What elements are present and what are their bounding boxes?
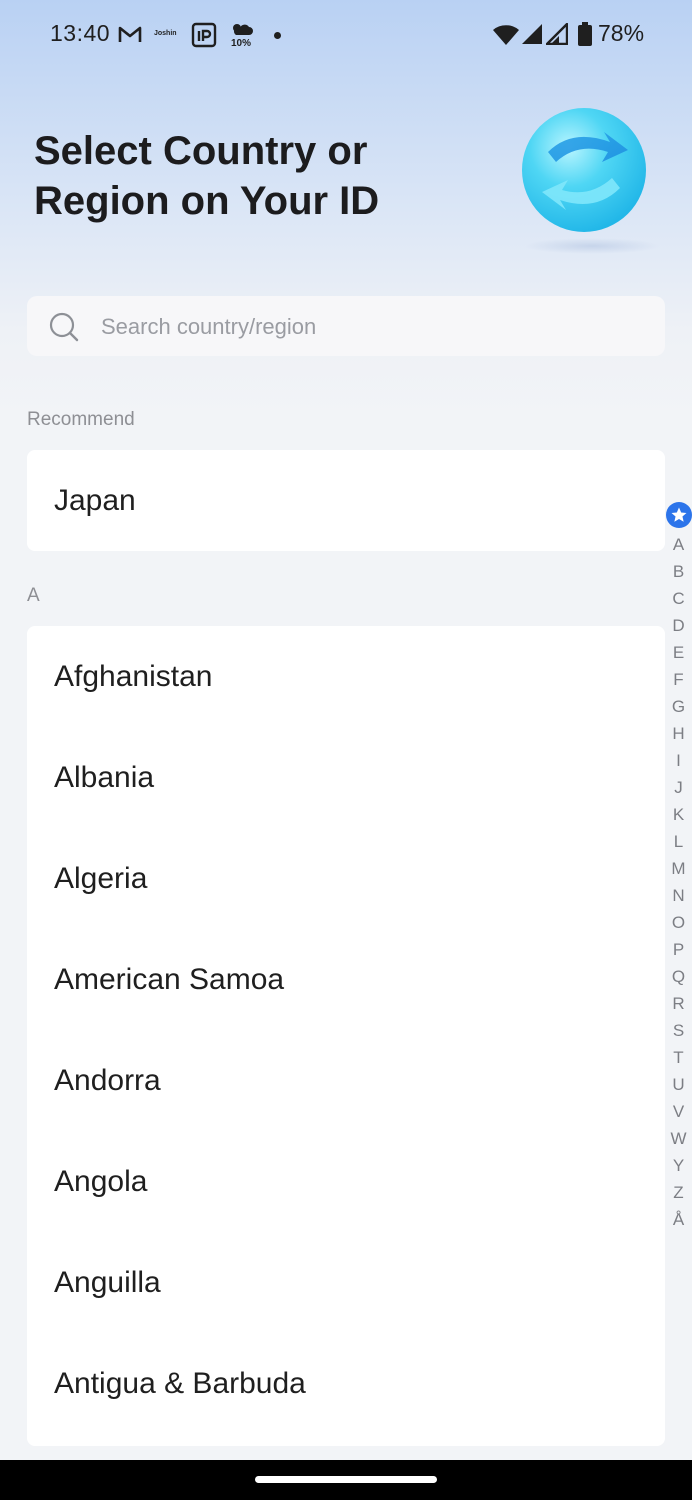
index-letter-d[interactable]: D	[665, 612, 692, 639]
list-item-andorra[interactable]: Andorra	[27, 1030, 665, 1131]
index-letter-f[interactable]: F	[665, 666, 692, 693]
signal-secondary-icon	[546, 23, 568, 45]
index-letter-i[interactable]: I	[665, 747, 692, 774]
index-letter-c[interactable]: C	[665, 585, 692, 612]
country-list-card: Afghanistan Albania Algeria American Sam…	[27, 626, 665, 1446]
battery-icon	[578, 22, 592, 46]
list-item-afghanistan[interactable]: Afghanistan	[27, 626, 665, 727]
index-letter-t[interactable]: T	[665, 1044, 692, 1071]
weather-percent: 10%	[231, 38, 252, 49]
list-item-japan[interactable]: Japan	[27, 450, 665, 551]
index-letter-n[interactable]: N	[665, 882, 692, 909]
index-letter-h[interactable]: H	[665, 720, 692, 747]
signal-icon	[522, 24, 542, 44]
index-letter-v[interactable]: V	[665, 1098, 692, 1125]
index-letter-m[interactable]: M	[665, 855, 692, 882]
index-letter-g[interactable]: G	[665, 693, 692, 720]
status-time: 13:40	[50, 20, 111, 46]
section-label-recommend: Recommend	[27, 409, 135, 430]
index-letter-o[interactable]: O	[665, 909, 692, 936]
index-letter-u[interactable]: U	[665, 1071, 692, 1098]
index-letter-k[interactable]: K	[665, 801, 692, 828]
index-letter-b[interactable]: B	[665, 558, 692, 585]
index-letter-s[interactable]: S	[665, 1017, 692, 1044]
index-letter-y[interactable]: Y	[665, 1152, 692, 1179]
index-letter-j[interactable]: J	[665, 774, 692, 801]
wifi-icon	[493, 25, 519, 45]
section-label-a: A	[27, 585, 40, 606]
index-letter-l[interactable]: L	[665, 828, 692, 855]
index-letter-z[interactable]: Z	[665, 1179, 692, 1206]
index-letter-p[interactable]: P	[665, 936, 692, 963]
index-letter-a-ring[interactable]: Å	[665, 1206, 692, 1233]
list-item-albania[interactable]: Albania	[27, 727, 665, 828]
index-letter-q[interactable]: Q	[665, 963, 692, 990]
list-item-antigua-barbuda[interactable]: Antigua & Barbuda	[27, 1333, 665, 1434]
gmail-icon	[118, 26, 142, 42]
list-item-anguilla[interactable]: Anguilla	[27, 1232, 665, 1333]
screen: 13:40 Joshin 10% 78% Select Country or R…	[0, 0, 692, 1500]
search-placeholder: Search country/region	[101, 314, 317, 339]
ip-icon	[191, 22, 217, 48]
weather-icon	[233, 24, 253, 35]
index-star[interactable]	[665, 502, 692, 528]
star-icon	[671, 507, 686, 522]
notification-joshin-text: Joshin	[154, 30, 177, 37]
list-item-angola[interactable]: Angola	[27, 1131, 665, 1232]
list-item-american-samoa[interactable]: American Samoa	[27, 929, 665, 1030]
alphabet-index[interactable]: A B C D E F G H I J K L M N O P Q R S T …	[665, 502, 692, 1233]
globe-shadow	[524, 238, 660, 254]
navigation-bar	[0, 1460, 692, 1500]
recommend-card: Japan	[27, 450, 665, 551]
search-icon	[49, 312, 79, 342]
status-bar: 13:40 Joshin 10% 78%	[0, 0, 692, 70]
home-gesture-handle[interactable]	[255, 1476, 437, 1483]
index-letter-e[interactable]: E	[665, 639, 692, 666]
battery-percent: 78%	[598, 20, 645, 46]
index-letter-w[interactable]: W	[665, 1125, 692, 1152]
index-letter-a[interactable]: A	[665, 531, 692, 558]
index-letter-r[interactable]: R	[665, 990, 692, 1017]
search-input[interactable]: Search country/region	[27, 296, 665, 356]
notification-dot-icon	[274, 32, 281, 39]
globe-icon	[522, 108, 646, 232]
page-title: Select Country or Region on Your ID	[34, 129, 380, 223]
list-item-algeria[interactable]: Algeria	[27, 828, 665, 929]
